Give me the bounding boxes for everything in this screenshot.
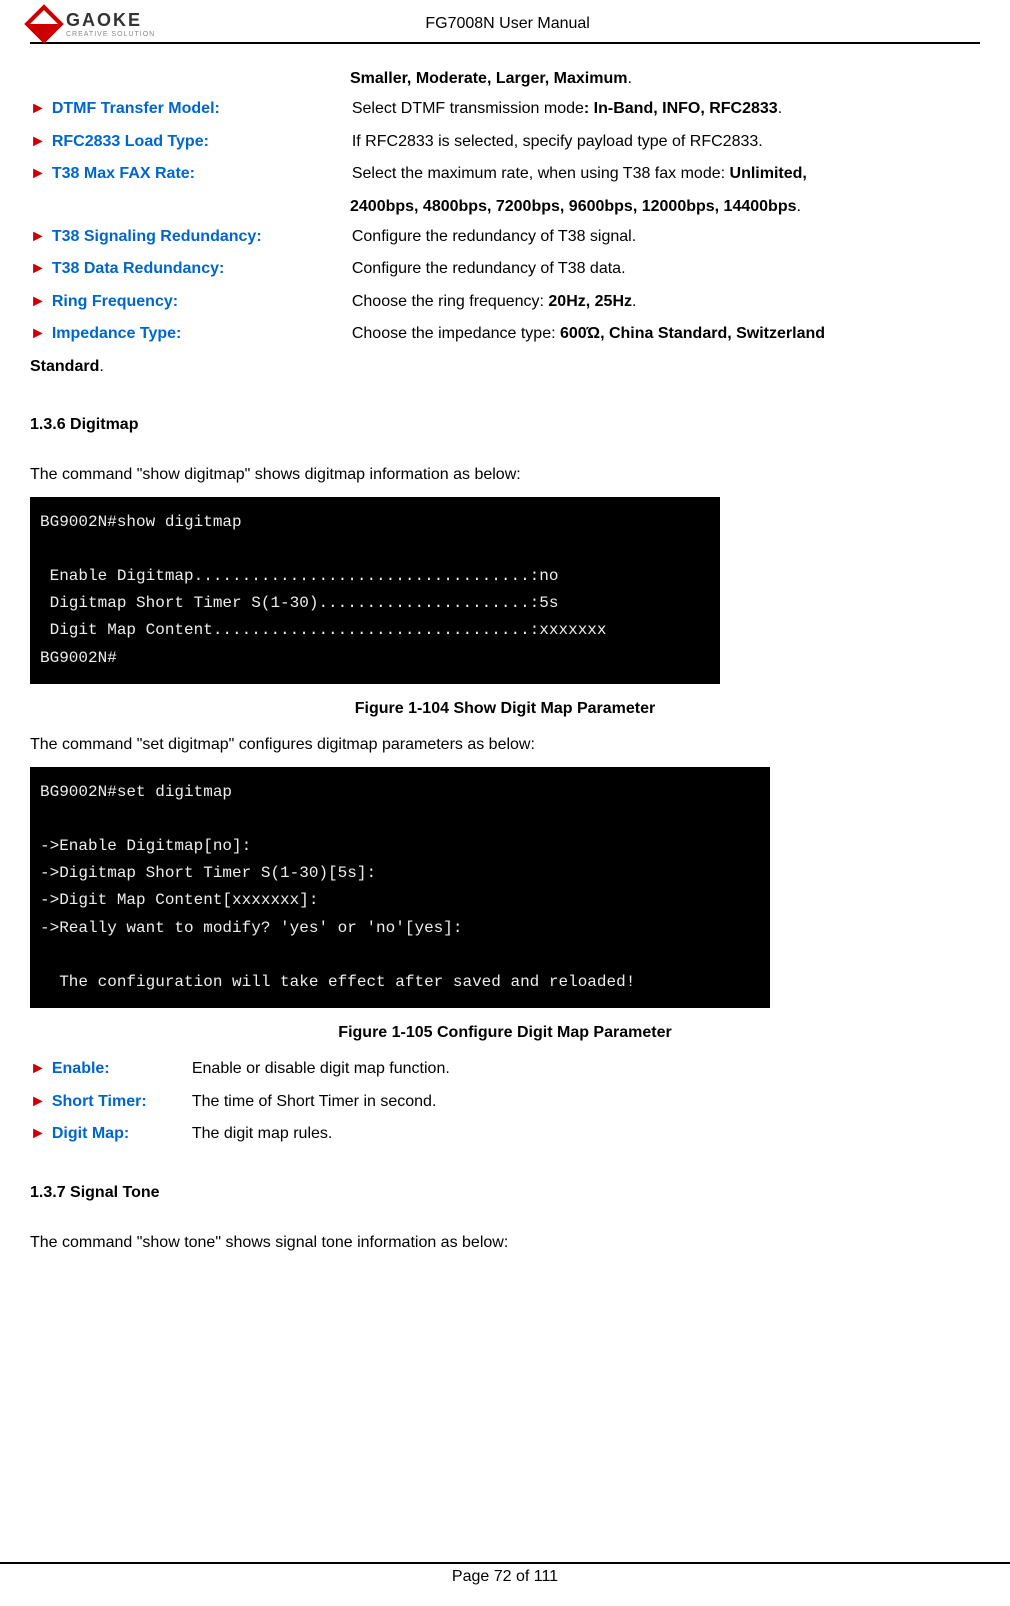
param-label: Enable: — [52, 1054, 192, 1084]
param-desc: Select DTMF transmission mode: In-Band, … — [352, 94, 980, 124]
section-heading-signal-tone: 1.3.7 Signal Tone — [30, 1178, 980, 1208]
logo: GAOKE CREATIVE SOLUTION — [30, 10, 155, 38]
page-content: Smaller, Moderate, Larger, Maximum. ► DT… — [30, 64, 980, 1258]
logo-text-group: GAOKE CREATIVE SOLUTION — [66, 10, 155, 38]
continuation-text: 2400bps, 4800bps, 7200bps, 9600bps, 1200… — [350, 198, 796, 215]
logo-icon — [24, 4, 64, 44]
terminal-output-show-digitmap: BG9002N#show digitmap Enable Digitmap...… — [30, 497, 720, 684]
param-desc: Select the maximum rate, when using T38 … — [352, 159, 980, 189]
body-text: The command "show digitmap" shows digitm… — [30, 460, 980, 490]
param-label: DTMF Transfer Model: — [52, 94, 352, 124]
section-heading-digitmap: 1.3.6 Digitmap — [30, 410, 980, 440]
body-text: The command "show tone" shows signal ton… — [30, 1228, 980, 1258]
param-desc: Choose the impedance type: 600Ώ, China S… — [352, 319, 980, 349]
bullet-icon: ► — [30, 159, 46, 189]
param-row: ► T38 Max FAX Rate: Select the maximum r… — [30, 159, 980, 189]
bullet-icon: ► — [30, 127, 46, 157]
param-row: ► T38 Signaling Redundancy: Configure th… — [30, 222, 980, 252]
document-title: FG7008N User Manual — [155, 15, 980, 33]
page-footer: Page 72 of 111 — [0, 1562, 1010, 1586]
param-desc: If RFC2833 is selected, specify payload … — [352, 127, 980, 157]
param-row: ► T38 Data Redundancy: Configure the red… — [30, 254, 980, 284]
bullet-icon: ► — [30, 287, 46, 317]
param-label: Short Timer: — [52, 1087, 192, 1117]
body-text: The command "set digitmap" configures di… — [30, 730, 980, 760]
figure-caption: Figure 1-104 Show Digit Map Parameter — [30, 694, 980, 724]
param-desc: The digit map rules. — [192, 1119, 980, 1149]
param-desc: The time of Short Timer in second. — [192, 1087, 980, 1117]
bullet-icon: ► — [30, 94, 46, 124]
document-page: GAOKE CREATIVE SOLUTION FG7008N User Man… — [0, 0, 1010, 1606]
continuation-line: Smaller, Moderate, Larger, Maximum. — [30, 64, 980, 94]
param-row: ► DTMF Transfer Model: Select DTMF trans… — [30, 94, 980, 124]
bullet-icon: ► — [30, 1119, 46, 1149]
continuation-line: 2400bps, 4800bps, 7200bps, 9600bps, 1200… — [30, 192, 980, 222]
bullet-icon: ► — [30, 319, 46, 349]
logo-subtext: CREATIVE SOLUTION — [66, 31, 155, 38]
param-row: ► Short Timer: The time of Short Timer i… — [30, 1087, 980, 1117]
param-label: Ring Frequency: — [52, 287, 352, 317]
param-desc: Choose the ring frequency: 20Hz, 25Hz. — [352, 287, 980, 317]
terminal-output-set-digitmap: BG9002N#set digitmap ->Enable Digitmap[n… — [30, 767, 770, 1009]
param-label: T38 Signaling Redundancy: — [52, 222, 352, 252]
figure-caption: Figure 1-105 Configure Digit Map Paramet… — [30, 1018, 980, 1048]
param-row: ► Impedance Type: Choose the impedance t… — [30, 319, 980, 349]
param-row: ► RFC2833 Load Type: If RFC2833 is selec… — [30, 127, 980, 157]
param-label: Digit Map: — [52, 1119, 192, 1149]
param-desc: Configure the redundancy of T38 data. — [352, 254, 980, 284]
bullet-icon: ► — [30, 1054, 46, 1084]
param-label: T38 Max FAX Rate: — [52, 159, 352, 189]
param-row: ► Ring Frequency: Choose the ring freque… — [30, 287, 980, 317]
logo-text: GAOKE — [66, 10, 155, 31]
continuation-text: Smaller, Moderate, Larger, Maximum — [350, 70, 627, 87]
param-desc: Configure the redundancy of T38 signal. — [352, 222, 980, 252]
continuation-line: Standard. — [30, 352, 980, 382]
bullet-icon: ► — [30, 222, 46, 252]
bullet-icon: ► — [30, 254, 46, 284]
param-desc: Enable or disable digit map function. — [192, 1054, 980, 1084]
page-header: GAOKE CREATIVE SOLUTION FG7008N User Man… — [30, 10, 980, 44]
param-label: T38 Data Redundancy: — [52, 254, 352, 284]
param-label: RFC2833 Load Type: — [52, 127, 352, 157]
param-label: Impedance Type: — [52, 319, 352, 349]
bullet-icon: ► — [30, 1087, 46, 1117]
param-row: ► Enable: Enable or disable digit map fu… — [30, 1054, 980, 1084]
param-row: ► Digit Map: The digit map rules. — [30, 1119, 980, 1149]
